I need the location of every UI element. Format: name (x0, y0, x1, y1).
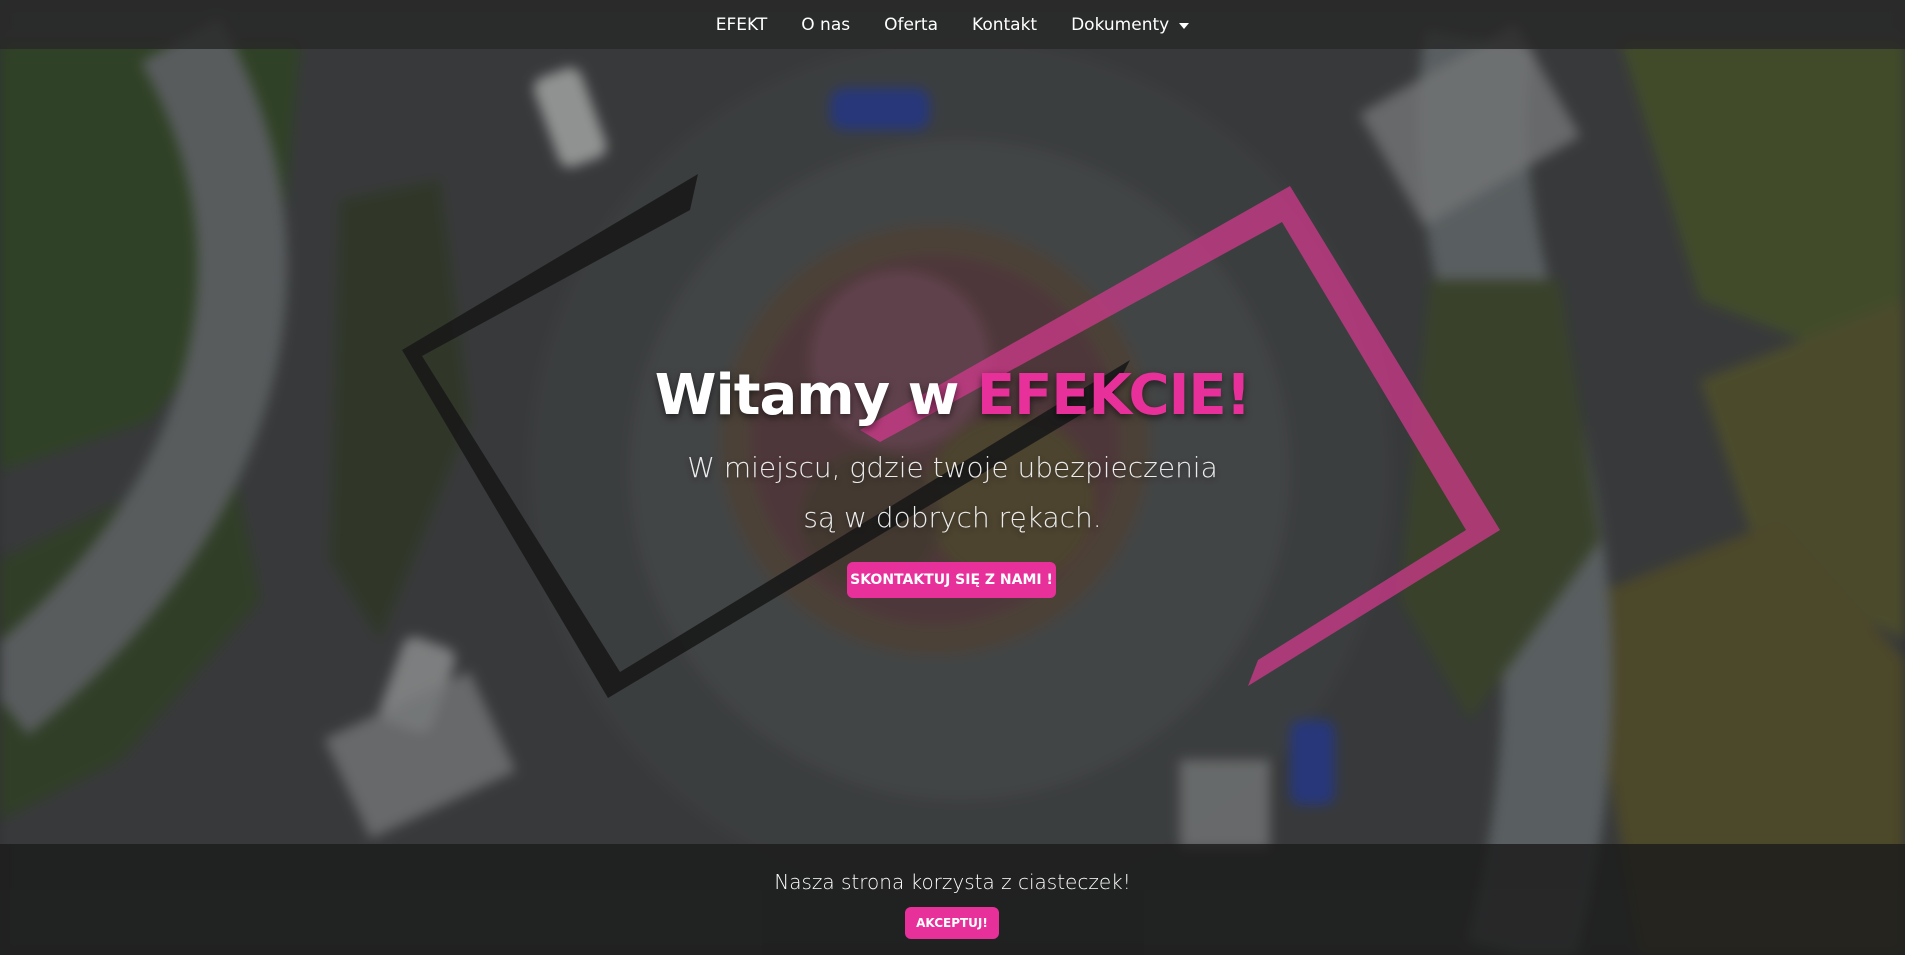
hero-subtitle-line1: W miejscu, gdzie twoje ubezpieczenia (687, 451, 1218, 484)
hero-title-main: Witamy w (654, 363, 977, 428)
hero-title-accent: EFEKCIE! (976, 363, 1251, 428)
cookie-message: Nasza strona korzysta z ciasteczek! (774, 870, 1131, 894)
contact-us-button[interactable]: SKONTAKTUJ SIĘ Z NAMI ! (847, 562, 1056, 598)
nav-item-oferta[interactable]: Oferta (867, 15, 955, 35)
nav-item-o-nas[interactable]: O nas (784, 15, 867, 35)
hero-section: Witamy w EFEKCIE! W miejscu, gdzie twoje… (0, 0, 1905, 955)
nav-list: EFEKT O nas Oferta Kontakt Dokumenty (699, 15, 1206, 35)
nav-item-kontakt[interactable]: Kontakt (955, 15, 1054, 35)
caret-down-icon (1179, 22, 1190, 29)
top-navbar: EFEKT O nas Oferta Kontakt Dokumenty (0, 0, 1905, 49)
hero-title: Witamy w EFEKCIE! (0, 358, 1905, 434)
dark-frame-left (402, 174, 1130, 698)
page: Witamy w EFEKCIE! W miejscu, gdzie twoje… (0, 0, 1905, 955)
nav-item-dokumenty-label: Dokumenty (1071, 14, 1170, 35)
nav-item-dokumenty[interactable]: Dokumenty (1054, 15, 1206, 35)
pink-frame (860, 186, 1500, 686)
hero-subtitle: W miejscu, gdzie twoje ubezpieczenia są … (0, 443, 1905, 543)
nav-item-efekt[interactable]: EFEKT (699, 15, 784, 35)
cookie-consent-bar: Nasza strona korzysta z ciasteczek! AKCE… (0, 844, 1905, 955)
accept-cookies-button[interactable]: AKCEPTUJ! (905, 907, 999, 939)
hero-subtitle-line2: są w dobrych rękach. (803, 501, 1102, 534)
